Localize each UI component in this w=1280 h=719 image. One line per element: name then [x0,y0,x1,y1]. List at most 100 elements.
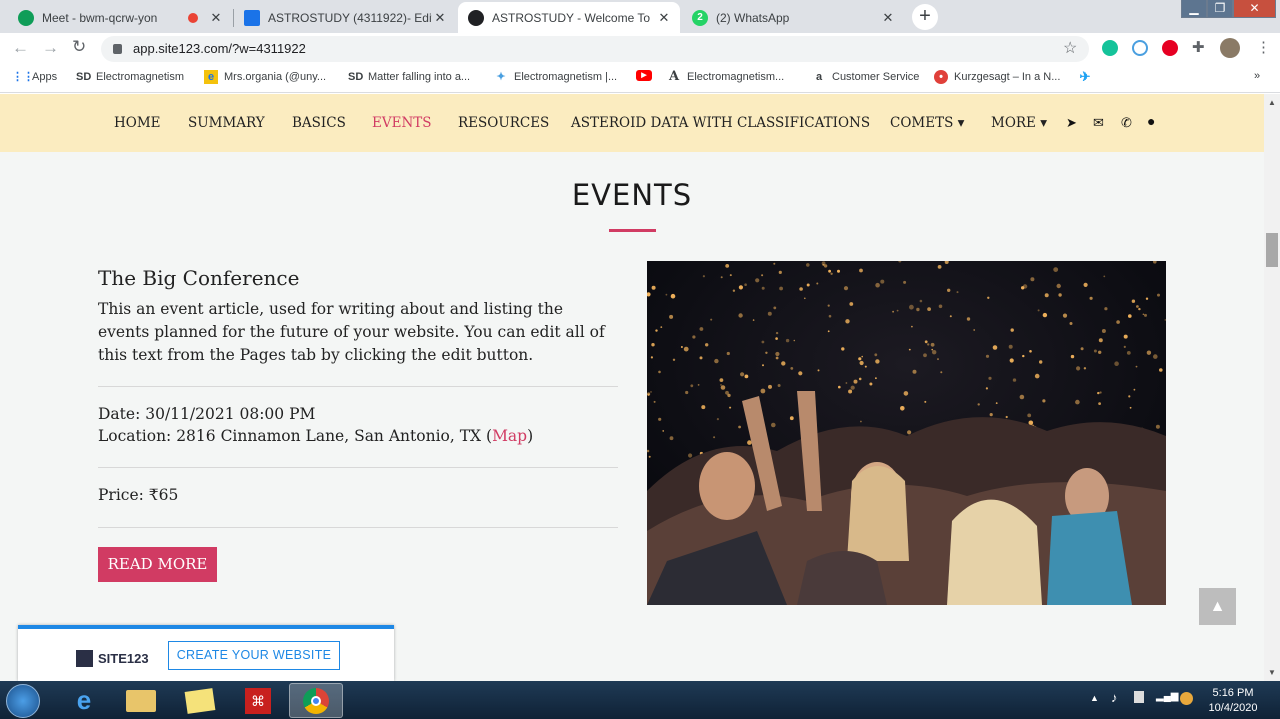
close-tab-icon[interactable]: ✕ [880,10,896,26]
divider [98,527,618,528]
power-icon[interactable] [1134,691,1144,703]
event-description: This an event article, used for writing … [98,300,605,364]
bookmark-star-icon[interactable]: ☆ [1063,38,1077,58]
event-location: Location: 2816 Cinnamon Lane, San Antoni… [98,427,534,445]
grammarly-icon[interactable] [1102,40,1118,56]
lock-icon [113,44,122,54]
tray-expand-icon[interactable]: ▲ [1090,693,1099,703]
sd-icon: SD [348,71,364,83]
close-tab-icon[interactable]: ✕ [656,10,672,26]
recording-dot-icon [188,12,198,23]
bookmark-item[interactable]: SD Matter falling into a... [348,70,470,84]
new-tab-button[interactable]: + [912,4,938,30]
tab-astrostudy[interactable]: ASTROSTUDY - Welcome To ✕ [458,2,680,33]
windows-start-icon[interactable] [6,684,40,718]
bookmark-item[interactable]: ✦ Electromagnetism |... [494,70,617,84]
alien-icon [468,9,484,26]
user-icon[interactable]: ● [1147,113,1155,129]
nav-events[interactable]: EVENTS [372,115,432,131]
internet-explorer-icon[interactable]: e [58,684,110,717]
event-date: Date: 30/11/2021 08:00 PM [98,405,316,423]
twitter-icon: ✈ [1079,69,1091,84]
amazon-icon: a [815,71,823,83]
extensions-puzzle-icon[interactable]: ✚ [1192,38,1205,56]
nav-comets[interactable]: COMETS ▾ [890,115,964,131]
section-title: EVENTS [571,178,693,212]
adobe-reader-icon[interactable]: ⌘ [245,688,271,714]
read-more-button[interactable]: READ MORE [98,547,217,582]
bookmark-item[interactable]: • Kurzgesagt – In a N... [934,70,1060,84]
bookmark-apps[interactable]: ⋮⋮ Apps [12,70,57,84]
tab-editor[interactable]: ASTROSTUDY (4311922)- Editor ✕ [234,2,456,33]
menu-kebab-icon[interactable]: ⋮ [1256,38,1271,56]
envelope-icon[interactable]: ✉ [1093,115,1104,131]
pinterest-icon[interactable] [1162,40,1178,56]
location-arrow-icon[interactable]: ➤ [1066,115,1077,131]
bookmark-item[interactable]: ▶ [636,70,658,81]
minimize-button[interactable]: ▁ [1181,0,1207,18]
file-explorer-icon[interactable] [126,690,156,712]
chrome-icon [303,688,329,714]
apps-grid-icon: ⋮⋮ [12,71,34,83]
nav-basics[interactable]: BASICS [292,115,346,131]
e-icon: e [204,70,218,84]
chrome-taskbar-button[interactable] [289,683,343,718]
sd-icon: SD [76,71,92,83]
scroll-down-arrow-icon[interactable]: ▼ [1268,668,1276,677]
reload-icon[interactable]: ↻ [72,37,86,57]
tab-strip: Meet - bwm-qcrw-yon ✕ ASTROSTUDY (431192… [0,0,1280,33]
system-clock[interactable]: 5:16 PM 10/4/2020 [1200,686,1266,716]
bookmark-item[interactable]: a Customer Service [812,70,919,84]
web-page: HOME SUMMARY BASICS EVENTS RESOURCES AST… [0,94,1264,681]
nav-home[interactable]: HOME [114,115,161,131]
bookmark-item[interactable]: SD Electromagnetism [76,70,184,84]
notification-icon[interactable] [1180,692,1193,705]
divider [98,386,618,387]
url-text[interactable]: app.site123.com/?w=4311922 [133,41,306,56]
nav-more[interactable]: MORE ▾ [991,115,1047,131]
map-link[interactable]: Map [492,427,527,445]
nav-summary[interactable]: SUMMARY [188,115,265,131]
close-tab-icon[interactable]: ✕ [208,10,224,26]
back-to-top-button[interactable]: ▲ [1199,588,1236,625]
whatsapp-badge-icon: 2 [692,9,708,26]
network-icon[interactable]: ▂▄▆ [1156,691,1178,702]
extension-icon[interactable] [1132,40,1148,56]
scrollbar-thumb[interactable] [1266,233,1278,267]
create-website-button[interactable]: CREATE YOUR WEBSITE [168,641,340,670]
back-icon[interactable]: ← [12,38,29,58]
document-icon [244,9,260,26]
scroll-up-arrow-icon[interactable]: ▲ [1268,98,1276,107]
bookmark-item[interactable]: A Electromagnetism... [667,70,784,84]
tab-whatsapp[interactable]: 2 (2) WhatsApp ✕ [682,2,904,33]
bookmark-item[interactable]: ✈ [1078,70,1098,84]
phone-icon[interactable]: ✆ [1121,115,1132,131]
volume-icon[interactable]: ♪ [1111,690,1118,705]
site123-promo-bar: SITE123 CREATE YOUR WEBSITE [18,625,394,681]
close-tab-icon[interactable]: ✕ [432,10,448,26]
site123-logo-icon [76,650,93,667]
a-serif-icon: A [668,69,680,84]
bookmark-item[interactable]: e Mrs.organia (@uny... [204,70,326,84]
nav-asteroid-data[interactable]: ASTEROID DATA WITH CLASSIFICATIONS [571,115,870,131]
google-meet-icon [18,9,34,26]
sticky-notes-icon[interactable] [184,688,216,714]
tab-meet[interactable]: Meet - bwm-qcrw-yon ✕ [8,2,232,33]
forward-icon[interactable]: → [42,38,59,58]
more-bookmarks-button[interactable]: » [1254,70,1260,82]
site123-logo: SITE123 [76,650,149,667]
kurzgesagt-icon: • [934,70,948,84]
event-photo-concert-crowd[interactable] [647,261,1166,605]
event-price: Price: ₹65 [98,486,179,504]
address-bar[interactable]: app.site123.com/?w=4311922 ☆ [101,36,1089,62]
maximize-button[interactable]: ❐ [1207,0,1233,18]
page-scrollbar[interactable]: ▲ ▼ [1264,94,1280,681]
close-window-button[interactable]: ✕ [1233,0,1276,18]
youtube-icon: ▶ [636,70,652,81]
divider [98,467,618,468]
crowd-image [647,261,1166,605]
figure-icon: ✦ [496,71,506,83]
profile-avatar[interactable] [1220,38,1240,58]
nav-resources[interactable]: RESOURCES [458,115,549,131]
event-title[interactable]: The Big Conference [98,266,299,290]
